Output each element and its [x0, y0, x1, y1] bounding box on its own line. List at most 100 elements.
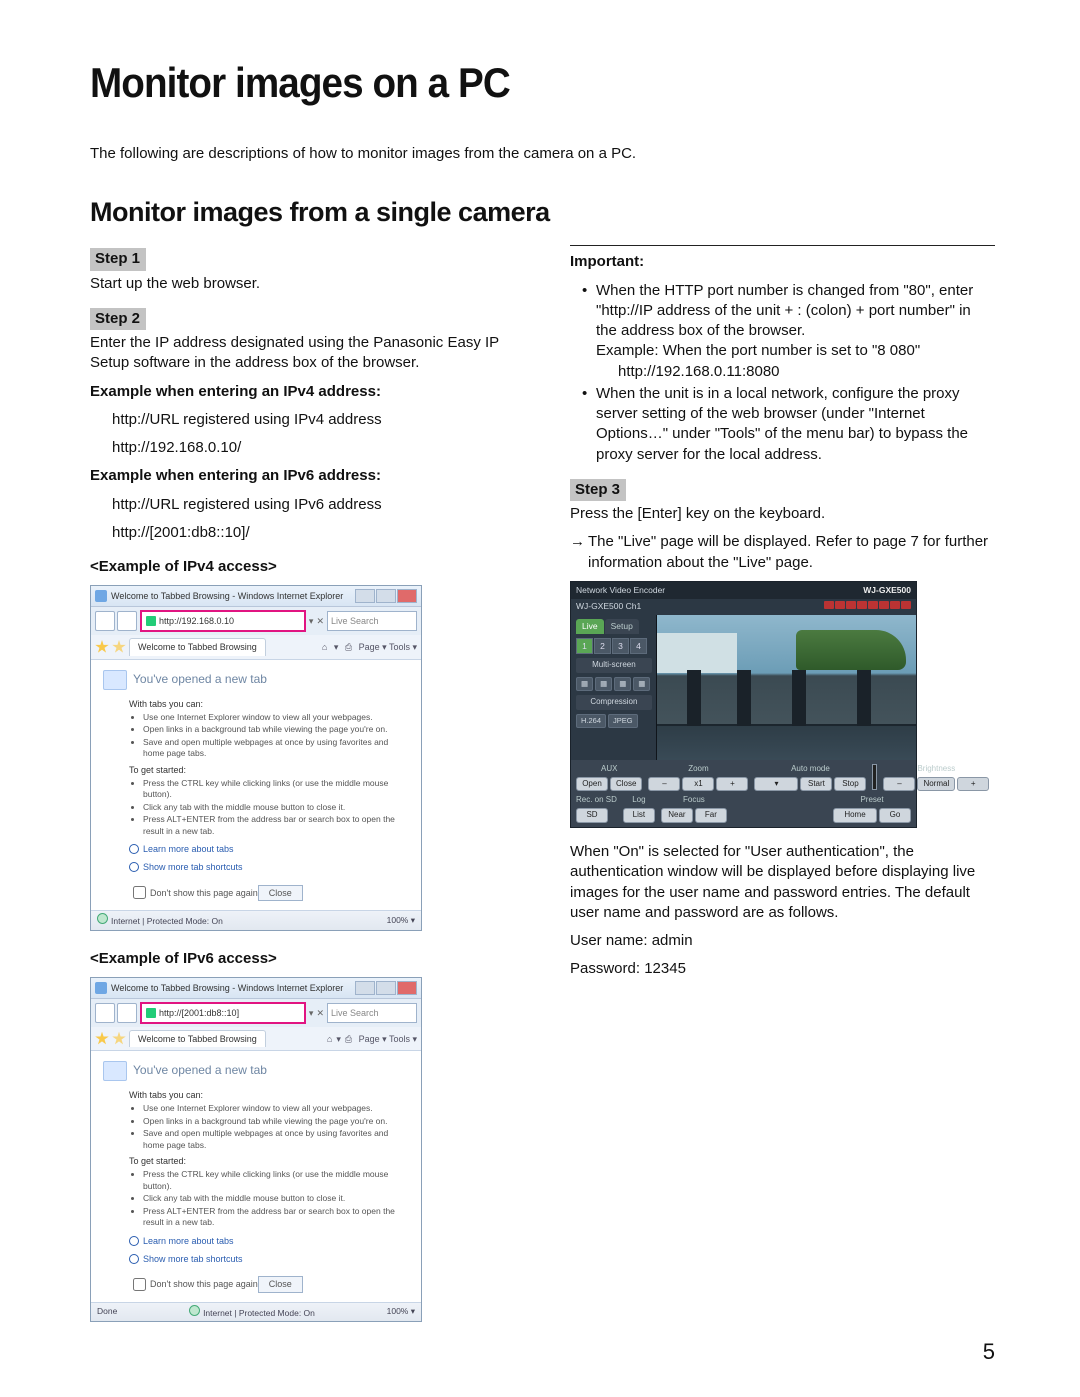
forward-button[interactable] [117, 1003, 137, 1023]
ms-3[interactable]: ▦ [614, 677, 631, 691]
important-head: Important: [570, 252, 995, 272]
browser-address-row: http://192.168.0.10 ▾ ✕ Live Search [91, 607, 421, 635]
ie-icon [95, 982, 107, 994]
favorites-star-icon[interactable] [95, 1032, 109, 1046]
ch-1[interactable]: 1 [576, 638, 593, 654]
ie-icon [95, 590, 107, 602]
important-bullet-1: When the HTTP port number is changed fro… [596, 282, 973, 340]
aux-close[interactable]: Close [610, 777, 642, 792]
browser-tools[interactable]: ⌂▾⎙ Page ▾ Tools ▾ [323, 1033, 417, 1045]
browser-titlebar: Welcome to Tabbed Browsing - Windows Int… [91, 586, 421, 607]
favorites-star-icon[interactable] [95, 640, 109, 654]
important-bullets: When the HTTP port number is changed fro… [570, 281, 995, 465]
page-number: 5 [983, 1337, 995, 1367]
close-button[interactable]: Close [258, 885, 303, 901]
back-button[interactable] [95, 611, 115, 631]
step-1-body: Start up the web browser. [90, 274, 515, 294]
step-2-body: Enter the IP address designated using th… [90, 333, 515, 374]
ms-1[interactable]: ▦ [576, 677, 593, 691]
bright-normal[interactable]: Normal [917, 777, 955, 792]
maximize-icon[interactable] [376, 589, 396, 603]
add-favorites-icon[interactable] [112, 1032, 126, 1046]
ipv6-browser-screenshot: Welcome to Tabbed Browsing - Windows Int… [90, 977, 422, 1322]
home-icon[interactable]: ⌂ [322, 642, 327, 652]
live-controls: AUX Open Close Zoom – x1 + [571, 760, 916, 827]
ms-2[interactable]: ▦ [595, 677, 612, 691]
close-icon[interactable] [397, 589, 417, 603]
search-box[interactable]: Live Search [327, 611, 417, 631]
status-bar: Internet | Protected Mode: On 100% ▾ [91, 910, 421, 929]
left-column: Step 1 Start up the web browser. Step 2 … [90, 242, 515, 1340]
zoom-out[interactable]: – [648, 777, 680, 792]
minimize-icon[interactable] [355, 981, 375, 995]
browser-tools[interactable]: ⌂ ▾ ⎙ Page ▾ Tools ▾ [318, 641, 417, 653]
dont-show-checkbox[interactable] [133, 886, 146, 899]
important-bullet-1-ex2: http://192.168.0.11:8080 [596, 362, 995, 382]
browser-tab[interactable]: Welcome to Tabbed Browsing [129, 638, 266, 655]
address-bar[interactable]: http://192.168.0.10 [140, 610, 306, 632]
back-button[interactable] [95, 1003, 115, 1023]
focus-far[interactable]: Far [695, 808, 727, 823]
minimize-icon[interactable] [355, 589, 375, 603]
learn-more-link[interactable]: Learn more about tabs [129, 1235, 409, 1247]
print-icon[interactable]: ⎙ [345, 642, 352, 652]
browser-window-title: Welcome to Tabbed Browsing - Windows Int… [111, 590, 355, 602]
forward-button[interactable] [117, 611, 137, 631]
h264-button[interactable]: H.264 [576, 714, 606, 728]
learn-more-link[interactable]: Learn more about tabs [129, 843, 409, 855]
aux-open[interactable]: Open [576, 777, 608, 792]
tab-live[interactable]: Live [576, 619, 604, 634]
ipv4-browser-screenshot: Welcome to Tabbed Browsing - Windows Int… [90, 585, 422, 930]
zoom-x1[interactable]: x1 [682, 777, 714, 792]
log-list-button[interactable]: List [623, 808, 655, 823]
address-bar[interactable]: http://[2001:db8::10] [140, 1002, 306, 1024]
step-3-body: Press the [Enter] key on the keyboard. [570, 504, 995, 524]
browser-tab[interactable]: Welcome to Tabbed Browsing [129, 1030, 266, 1047]
ms-4[interactable]: ▦ [633, 677, 650, 691]
preset-go[interactable]: Go [879, 808, 911, 823]
channel-selector: 1 2 3 4 [576, 638, 652, 654]
right-column: Important: When the HTTP port number is … [570, 242, 995, 987]
ipv4-caption: <Example of IPv4 access> [90, 557, 515, 577]
live-video [656, 615, 916, 760]
bright-minus[interactable]: – [883, 777, 915, 792]
step-3-result: → The "Live" page will be displayed. Ref… [570, 532, 995, 573]
page-title: Monitor images on a PC [90, 55, 923, 112]
ptz-pad-icon[interactable] [872, 764, 877, 790]
step-2-head: Step 2 [90, 308, 146, 330]
ipv6-example-head: Example when entering an IPv6 address: [90, 466, 515, 486]
favicon-icon [146, 1008, 156, 1018]
automode-select[interactable]: ▾ [754, 777, 798, 792]
close-button[interactable]: Close [258, 1276, 303, 1292]
ch-3[interactable]: 3 [612, 638, 629, 654]
search-box[interactable]: Live Search [327, 1003, 417, 1023]
newtab-icon [103, 670, 127, 690]
zoom-in[interactable]: + [716, 777, 748, 792]
alarm-indicators [823, 601, 911, 612]
show-more-link[interactable]: Show more tab shortcuts [129, 1253, 409, 1265]
ipv4-example-line2: http://192.168.0.10/ [90, 438, 515, 458]
ipv6-example-line1: http://URL registered using IPv6 address [90, 495, 515, 515]
show-more-link[interactable]: Show more tab shortcuts [129, 861, 409, 873]
add-favorites-icon[interactable] [112, 640, 126, 654]
tab-setup[interactable]: Setup [605, 619, 639, 634]
live-brand: Network Video Encoder [576, 585, 665, 596]
dont-show-checkbox[interactable] [133, 1278, 146, 1291]
sd-button[interactable]: SD [576, 808, 608, 823]
maximize-icon[interactable] [376, 981, 396, 995]
divider [570, 245, 995, 246]
feed-icon[interactable]: ▾ [334, 642, 339, 652]
preset-home[interactable]: Home [833, 808, 877, 823]
close-icon[interactable] [397, 981, 417, 995]
focus-near[interactable]: Near [661, 808, 693, 823]
ch-2[interactable]: 2 [594, 638, 611, 654]
browser-fav-row: Welcome to Tabbed Browsing ⌂ ▾ ⎙ Page ▾ … [91, 635, 421, 659]
automode-stop[interactable]: Stop [834, 777, 866, 792]
bright-plus[interactable]: + [957, 777, 989, 792]
section-subtitle: Monitor images from a single camera [90, 194, 995, 230]
ch-4[interactable]: 4 [630, 638, 647, 654]
jpeg-button[interactable]: JPEG [608, 714, 638, 728]
globe-icon [189, 1305, 200, 1316]
intro-text: The following are descriptions of how to… [90, 144, 995, 164]
automode-start[interactable]: Start [800, 777, 832, 792]
